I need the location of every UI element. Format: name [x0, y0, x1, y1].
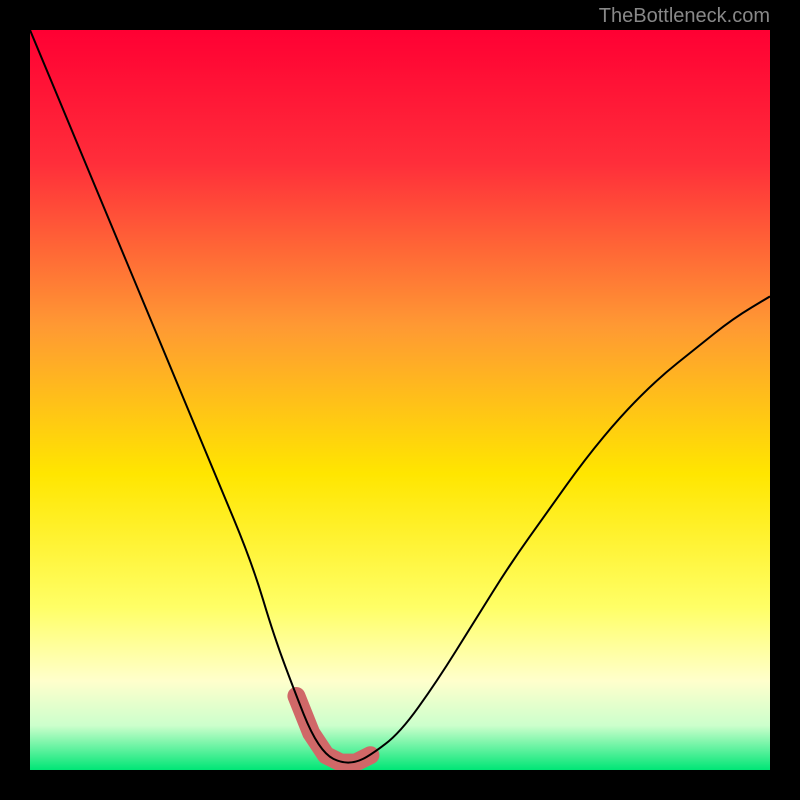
plot-area [30, 30, 770, 770]
chart-container: TheBottleneck.com [0, 0, 800, 800]
gradient-background [30, 30, 770, 770]
bottleneck-chart [30, 30, 770, 770]
watermark-text: TheBottleneck.com [599, 5, 770, 28]
